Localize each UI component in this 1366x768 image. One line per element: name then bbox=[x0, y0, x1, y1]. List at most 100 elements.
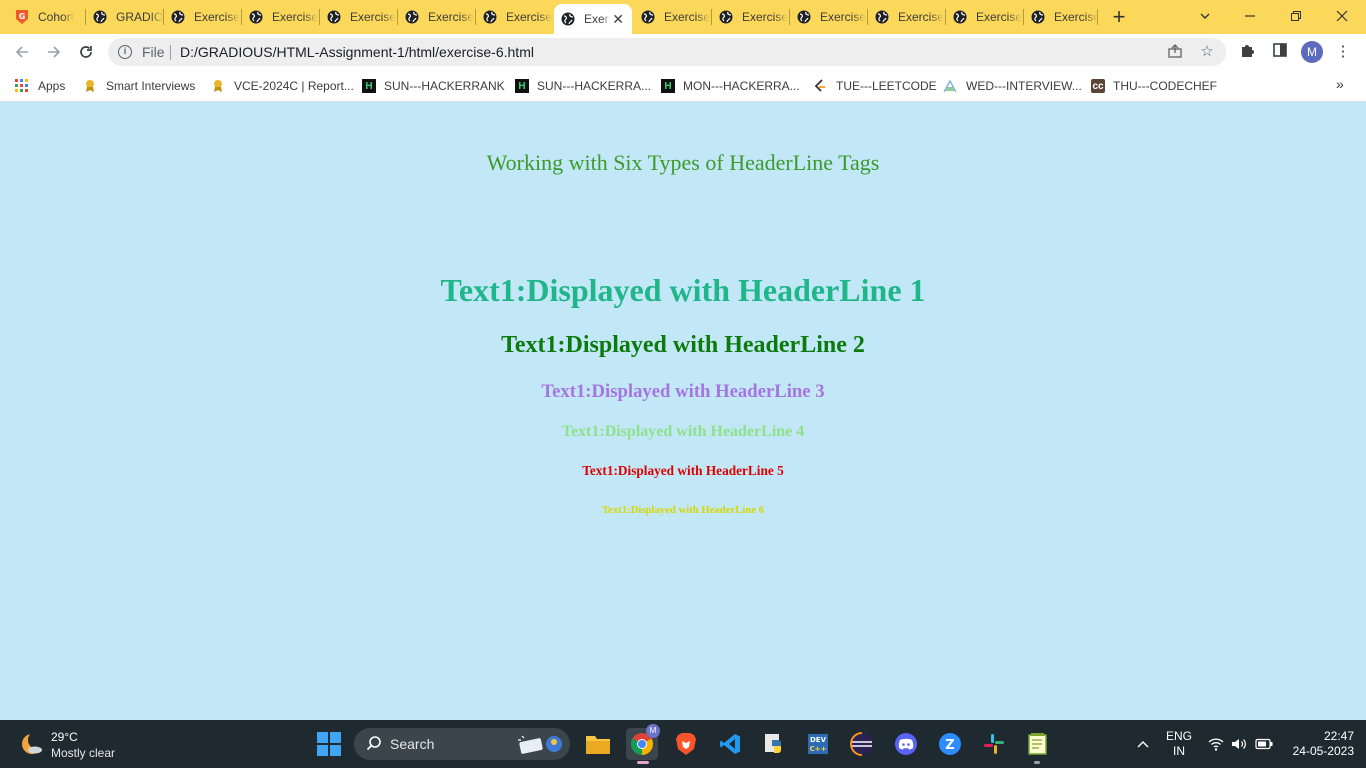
system-clock[interactable]: 22:47 24-05-2023 bbox=[1284, 729, 1354, 759]
forward-button[interactable] bbox=[42, 41, 66, 63]
globe-icon bbox=[92, 9, 108, 25]
bookmark-mon-hackerrank[interactable]: H MON---HACKERRA... bbox=[661, 76, 800, 96]
start-button[interactable] bbox=[313, 728, 345, 760]
restore-window-button[interactable] bbox=[1284, 5, 1308, 27]
extensions-puzzle-icon[interactable] bbox=[1238, 42, 1258, 62]
chrome-taskbar-icon[interactable]: M bbox=[626, 724, 660, 764]
eclipse-icon[interactable] bbox=[846, 728, 878, 760]
discord-icon[interactable] bbox=[890, 728, 922, 760]
minimize-window-button[interactable] bbox=[1238, 5, 1262, 27]
tab-title: Exercise bbox=[1054, 10, 1098, 24]
tab-exercise[interactable]: Exercise bbox=[712, 5, 790, 29]
bookmark-smart-interviews[interactable]: Smart Interviews bbox=[82, 76, 195, 96]
tab-cohort[interactable]: G Cohort bbox=[8, 5, 86, 29]
interviewbit-icon bbox=[942, 78, 958, 94]
site-info-icon[interactable]: i bbox=[118, 45, 132, 59]
share-icon[interactable] bbox=[1166, 43, 1184, 61]
globe-icon bbox=[874, 9, 890, 25]
address-bar[interactable]: i File D:/GRADIOUS/HTML-Assignment-1/htm… bbox=[108, 38, 1226, 66]
svg-text:G: G bbox=[19, 12, 26, 21]
new-tab-button[interactable]: + bbox=[1108, 6, 1130, 28]
tab-gradious[interactable]: GRADIOUS bbox=[86, 5, 164, 29]
show-hidden-icons-chevron-icon[interactable] bbox=[1136, 720, 1150, 768]
tab-exercise[interactable]: Exercise bbox=[476, 5, 554, 29]
brave-browser-icon[interactable] bbox=[670, 728, 702, 760]
side-panel-icon[interactable] bbox=[1270, 42, 1290, 62]
clock-date: 24-05-2023 bbox=[1292, 744, 1354, 758]
bookmark-sun-hackerrank[interactable]: H SUN---HACKERRANK bbox=[362, 76, 505, 96]
notepad-plus-plus-icon[interactable] bbox=[1022, 728, 1054, 764]
browser-toolbar: i File D:/GRADIOUS/HTML-Assignment-1/htm… bbox=[0, 34, 1366, 70]
tab-exercise[interactable]: Exercise bbox=[320, 5, 398, 29]
tab-exercise[interactable]: Exercise bbox=[634, 5, 712, 29]
codechef-icon: cc bbox=[1091, 79, 1105, 93]
globe-icon bbox=[326, 9, 342, 25]
heading-2: Text1:Displayed with HeaderLine 2 bbox=[501, 332, 865, 358]
bookmark-apps[interactable]: Apps bbox=[14, 76, 65, 96]
svg-text:Z: Z bbox=[945, 738, 954, 753]
globe-icon bbox=[1030, 9, 1046, 25]
globe-icon bbox=[718, 9, 734, 25]
weather-moon-icon[interactable] bbox=[20, 731, 46, 756]
back-button[interactable] bbox=[10, 41, 34, 63]
windows-taskbar: 29°C Mostly clear Search M DEV C++ Z ENG… bbox=[0, 720, 1366, 768]
clock-time: 22:47 bbox=[1323, 729, 1354, 743]
tab-title: GRADIOUS bbox=[116, 10, 164, 24]
language-indicator[interactable]: ENG IN bbox=[1166, 729, 1192, 759]
tab-title: Exercise bbox=[742, 10, 789, 24]
more-bookmarks-chevron-icon[interactable]: » bbox=[1336, 76, 1344, 92]
kebab-menu-icon[interactable]: ⋮ bbox=[1333, 42, 1353, 62]
tab-title: Exercise bbox=[350, 10, 397, 24]
bookmark-thu-codechef[interactable]: cc THU---CODECHEF bbox=[1091, 76, 1217, 96]
tab-title: Exercise bbox=[272, 10, 319, 24]
smart-interviews-icon bbox=[210, 78, 226, 94]
wifi-icon[interactable] bbox=[1208, 720, 1224, 768]
globe-icon bbox=[952, 9, 968, 25]
zoom-icon[interactable]: Z bbox=[934, 728, 966, 760]
tab-exercise[interactable]: Exercise bbox=[398, 5, 476, 29]
close-tab-icon[interactable]: ✕ bbox=[612, 11, 624, 28]
taskbar-search[interactable]: Search bbox=[354, 728, 570, 760]
battery-icon[interactable] bbox=[1255, 720, 1273, 768]
apps-grid-icon bbox=[14, 78, 30, 94]
weather-condition[interactable]: Mostly clear bbox=[51, 746, 115, 760]
slack-icon[interactable] bbox=[978, 728, 1010, 760]
file-explorer-icon[interactable] bbox=[582, 728, 614, 760]
tab-exercise[interactable]: Exercise bbox=[164, 5, 242, 29]
hackerrank-icon: H bbox=[661, 79, 675, 93]
python-idle-icon[interactable] bbox=[758, 728, 790, 760]
profile-avatar[interactable]: M bbox=[1301, 41, 1323, 63]
tab-exercise[interactable]: Exercise bbox=[1024, 5, 1098, 29]
devcpp-icon[interactable]: DEV C++ bbox=[802, 728, 834, 760]
tab-search-chevron-icon[interactable] bbox=[1193, 5, 1217, 27]
tab-exercise[interactable]: Exercise bbox=[790, 5, 868, 29]
bookmark-star-icon[interactable]: ☆ bbox=[1198, 43, 1216, 61]
globe-icon bbox=[404, 9, 420, 25]
bookmark-vce-report[interactable]: VCE-2024C | Report... bbox=[210, 76, 354, 96]
hackerrank-icon: H bbox=[515, 79, 529, 93]
bookmark-label: Smart Interviews bbox=[106, 79, 196, 93]
tab-exercise[interactable]: Exercise bbox=[946, 5, 1024, 29]
reload-button[interactable] bbox=[74, 41, 98, 63]
tab-title: Exercise bbox=[664, 10, 711, 24]
leetcode-icon bbox=[812, 78, 828, 94]
url-text[interactable]: D:/GRADIOUS/HTML-Assignment-1/html/exerc… bbox=[180, 44, 534, 60]
weather-temperature[interactable]: 29°C bbox=[51, 730, 78, 744]
bookmark-label: SUN---HACKERRANK bbox=[384, 79, 505, 93]
tab-exercise[interactable]: Exercise bbox=[868, 5, 946, 29]
gradious-shield-icon: G bbox=[14, 9, 30, 25]
bookmark-tue-leetcode[interactable]: TUE---LEETCODE bbox=[812, 76, 937, 96]
heading-5: Text1:Displayed with HeaderLine 5 bbox=[582, 463, 784, 478]
tab-exercise[interactable]: Exercise bbox=[242, 5, 320, 29]
close-window-button[interactable] bbox=[1330, 5, 1354, 27]
bookmark-label: Apps bbox=[38, 79, 66, 93]
volume-icon[interactable] bbox=[1231, 720, 1247, 768]
tab-title: Cohort bbox=[38, 10, 75, 24]
tab-exercise-active[interactable]: Exercise ✕ bbox=[554, 4, 632, 34]
bookmark-wed-interviewbit[interactable]: WED---INTERVIEW... bbox=[942, 76, 1082, 96]
vscode-icon[interactable] bbox=[714, 728, 746, 760]
active-app-indicator bbox=[637, 761, 649, 764]
svg-text:C++: C++ bbox=[810, 745, 827, 753]
bookmark-sun-hackerrank-2[interactable]: H SUN---HACKERRA... bbox=[515, 76, 651, 96]
page-content: Working with Six Types of HeaderLine Tag… bbox=[0, 102, 1366, 720]
